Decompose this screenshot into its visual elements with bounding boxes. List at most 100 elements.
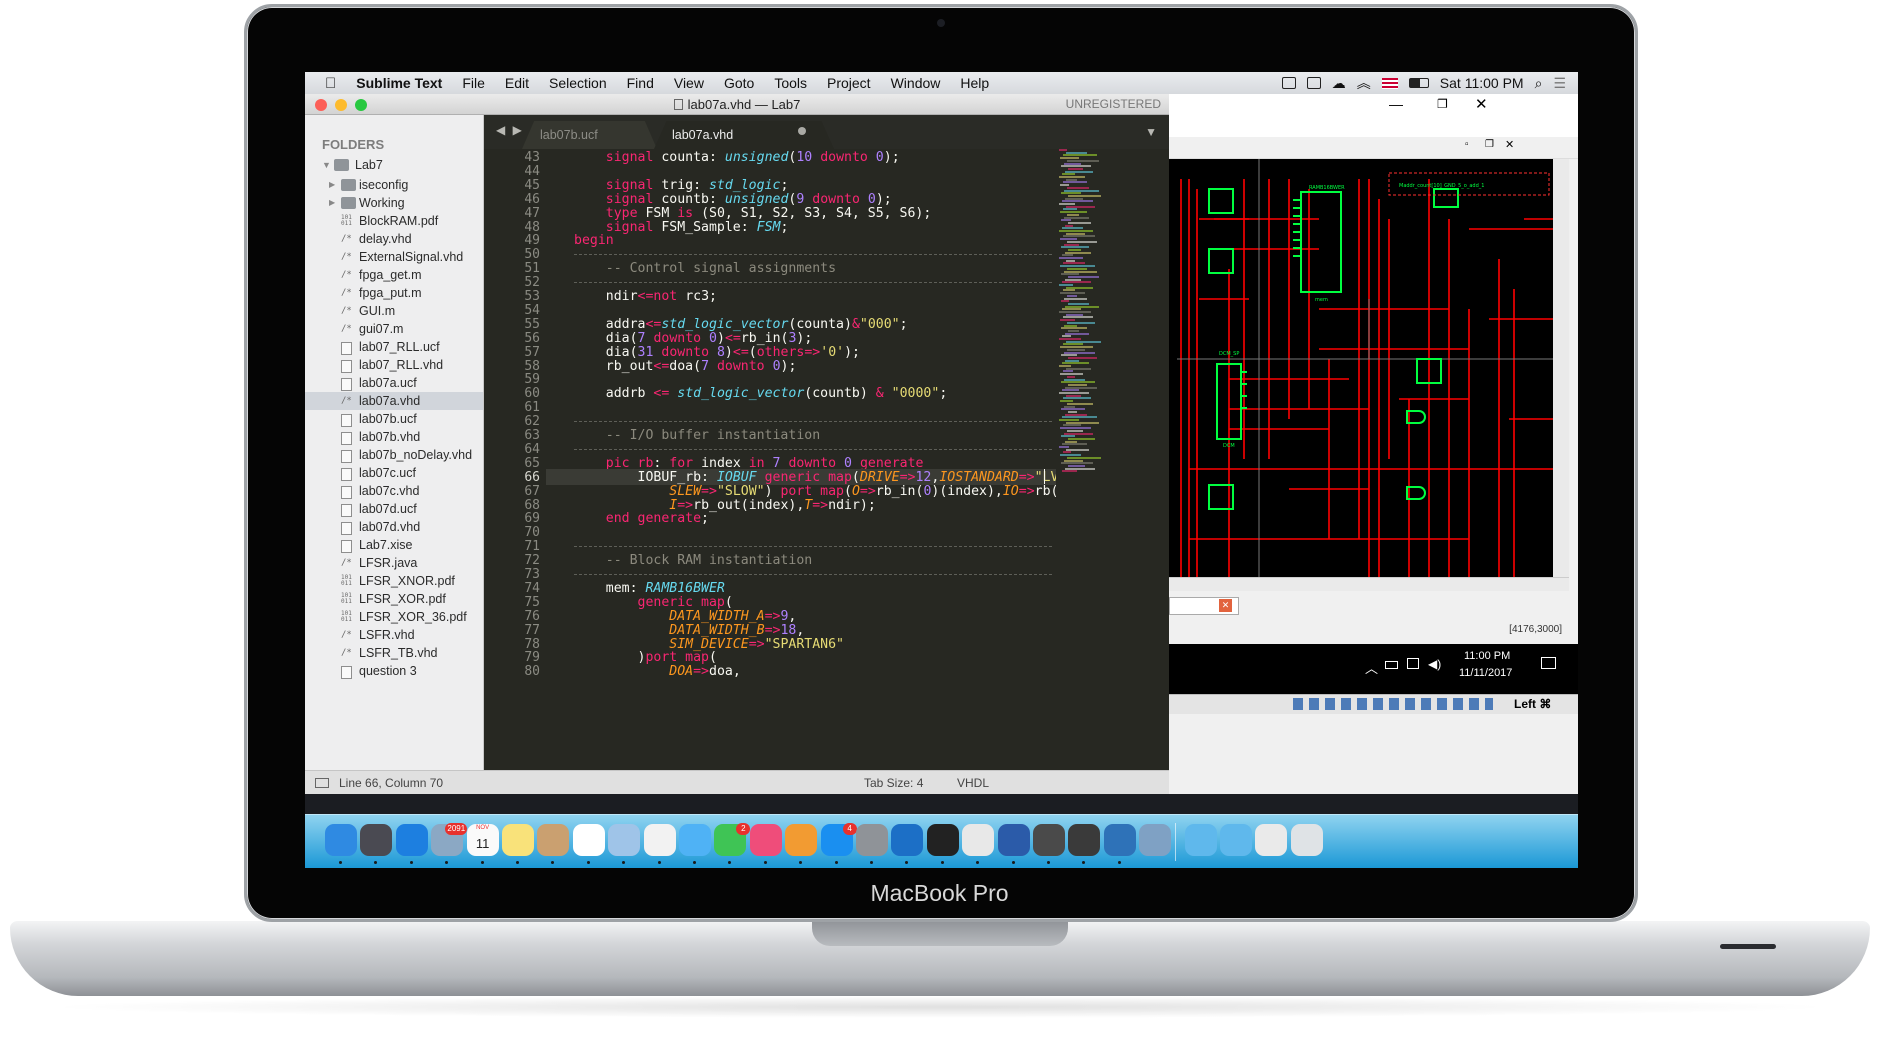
tab-nav-arrows-icon[interactable]: ◀ ▶ — [496, 123, 524, 137]
sidebar-item[interactable]: /* LSFR_TB.vhd — [305, 644, 483, 662]
horizontal-scrollbar[interactable] — [1169, 577, 1569, 591]
sidebar-item[interactable]: /* fpga_get.m — [305, 266, 483, 284]
sidebar-item[interactable]: /* LFSR.java — [305, 554, 483, 572]
menu-find[interactable]: Find — [627, 75, 654, 91]
sidebar-item[interactable]: lab07_RLL.ucf — [305, 338, 483, 356]
sidebar-item[interactable]: /* LSFR.vhd — [305, 626, 483, 644]
photo-tool-icon[interactable] — [1139, 824, 1172, 856]
tray-date[interactable]: 11/11/2017 — [1459, 667, 1512, 679]
contacts-icon[interactable] — [537, 824, 570, 856]
child-restore-icon[interactable]: ❐ — [1485, 139, 1494, 150]
app-store-icon[interactable]: 4 — [820, 823, 857, 856]
outlook-icon[interactable] — [891, 824, 924, 856]
folder-2-icon[interactable] — [1220, 824, 1252, 856]
minimize-button[interactable] — [335, 99, 347, 111]
messages-icon[interactable] — [679, 824, 711, 856]
action-center-icon[interactable] — [1541, 657, 1556, 669]
panel-toggle-icon[interactable] — [315, 778, 329, 788]
menu-goto[interactable]: Goto — [724, 75, 754, 91]
sidebar-item[interactable]: /* fpga_put.m — [305, 284, 483, 302]
sidebar-item[interactable]: lab07c.ucf — [305, 464, 483, 482]
unsaved-dot-icon[interactable] — [798, 127, 806, 135]
preview-icon[interactable] — [608, 824, 641, 856]
launchpad-icon[interactable] — [360, 824, 393, 856]
sidebar-item[interactable]: 101 011 LFSR_XOR.pdf — [305, 590, 483, 608]
reminders-icon[interactable] — [572, 824, 605, 856]
restore-icon[interactable]: ❐ — [1437, 97, 1448, 111]
flag-icon[interactable] — [1381, 77, 1398, 89]
sidebar-item[interactable]: /* ExternalSignal.vhd — [305, 248, 483, 266]
trash-icon[interactable] — [1290, 824, 1323, 856]
sublime-icon[interactable] — [1033, 824, 1065, 856]
sidebar-item[interactable]: /* GUI.m — [305, 302, 483, 320]
word-icon[interactable] — [997, 824, 1030, 856]
sidebar-item[interactable]: question 3 — [305, 662, 483, 680]
system-preferences-icon[interactable] — [856, 824, 888, 856]
sidebar-item[interactable]: ▶ iseconfig — [305, 176, 483, 194]
child-min-icon[interactable]: ▫ — [1465, 139, 1469, 150]
tab-lab07a-vhd[interactable]: lab07a.vhd — [654, 121, 834, 149]
mail-stamp-icon[interactable]: 2091 — [431, 823, 468, 856]
spotlight-icon[interactable]: ⌕ — [1535, 75, 1543, 92]
sidebar-item[interactable]: 101 011 BlockRAM.pdf — [305, 212, 483, 230]
menu-app-name[interactable]: Sublime Text — [356, 75, 442, 91]
minimap[interactable] — [1056, 149, 1116, 792]
child-close-icon[interactable]: ✕ — [1505, 138, 1514, 151]
close-button[interactable] — [315, 99, 327, 111]
safari-icon[interactable] — [395, 824, 428, 856]
sidebar-item[interactable]: lab07d.ucf — [305, 500, 483, 518]
syntax-indicator[interactable]: VHDL — [957, 771, 989, 795]
sidebar-item[interactable]: /* lab07a.vhd — [305, 392, 483, 410]
sidebar-item[interactable]: lab07b.ucf — [305, 410, 483, 428]
menu-clock[interactable]: Sat 11:00 PM — [1440, 75, 1524, 91]
sidebar-item[interactable]: 101 011 LFSR_XNOR.pdf — [305, 572, 483, 590]
panel-close-icon[interactable]: ✕ — [1219, 599, 1232, 612]
calendar-icon[interactable]: 11 NOV — [466, 824, 499, 856]
disclosure-open-icon[interactable]: ▼ — [322, 154, 331, 176]
sidebar-item[interactable]: lab07b_noDelay.vhd — [305, 446, 483, 464]
code-editor[interactable]: signal counta: unsigned(10 downto 0); si… — [546, 149, 1056, 792]
status-app-icon[interactable] — [1281, 77, 1296, 89]
wifi-icon[interactable]: ︽ — [1357, 73, 1371, 93]
tray-network-icon[interactable] — [1407, 658, 1419, 669]
tray-volume-icon[interactable]: ◀) — [1428, 657, 1441, 671]
sidebar-item[interactable]: lab07d.vhd — [305, 518, 483, 536]
menu-file[interactable]: File — [462, 75, 485, 91]
screen-sharing-icon[interactable] — [1068, 824, 1101, 856]
virtualbox-icon[interactable] — [1103, 824, 1136, 856]
minimize-icon[interactable]: — — [1389, 96, 1403, 112]
disclosure-closed-icon[interactable]: ▶ — [329, 194, 335, 212]
vm-device-icons[interactable] — [1293, 698, 1493, 710]
sidebar-item[interactable]: ▶ Working — [305, 194, 483, 212]
status-grid-icon[interactable] — [1306, 77, 1321, 89]
sidebar-item[interactable]: lab07_RLL.vhd — [305, 356, 483, 374]
sidebar-item[interactable]: lab07a.ucf — [305, 374, 483, 392]
facetime-icon[interactable]: 2 — [714, 823, 751, 856]
sidebar-root-folder[interactable]: ▼ Lab7 — [305, 154, 483, 176]
ibooks-icon[interactable] — [785, 824, 818, 856]
tray-battery-icon[interactable] — [1385, 661, 1398, 669]
sidebar-item[interactable]: Lab7.xise — [305, 536, 483, 554]
finder-icon[interactable] — [325, 824, 357, 856]
menu-window[interactable]: Window — [891, 75, 941, 91]
menu-project[interactable]: Project — [827, 75, 871, 91]
menu-view[interactable]: View — [674, 75, 704, 91]
sidebar-item[interactable]: lab07b.vhd — [305, 428, 483, 446]
menu-edit[interactable]: Edit — [505, 75, 529, 91]
chrome-icon[interactable] — [962, 824, 995, 856]
tab-size-indicator[interactable]: Tab Size: 4 — [864, 771, 923, 795]
tray-time[interactable]: 11:00 PM — [1464, 650, 1510, 662]
apple-icon[interactable]:  — [325, 75, 336, 92]
photos-icon[interactable] — [643, 824, 676, 856]
disclosure-closed-icon[interactable]: ▶ — [329, 176, 335, 194]
tray-chevron-icon[interactable]: ︿ — [1365, 658, 1378, 677]
menu-tools[interactable]: Tools — [774, 75, 807, 91]
sidebar-item[interactable]: lab07c.vhd — [305, 482, 483, 500]
schematic-canvas[interactable]: RAMB16BWER DCM_SP mem Maddr_count[10]_GN… — [1169, 159, 1553, 577]
menu-selection[interactable]: Selection — [549, 75, 607, 91]
sidebar-item[interactable]: /* delay.vhd — [305, 230, 483, 248]
itunes-icon[interactable] — [749, 824, 782, 856]
notes-icon[interactable] — [502, 824, 534, 856]
menu-help[interactable]: Help — [960, 75, 989, 91]
documents-icon[interactable] — [1255, 824, 1288, 856]
